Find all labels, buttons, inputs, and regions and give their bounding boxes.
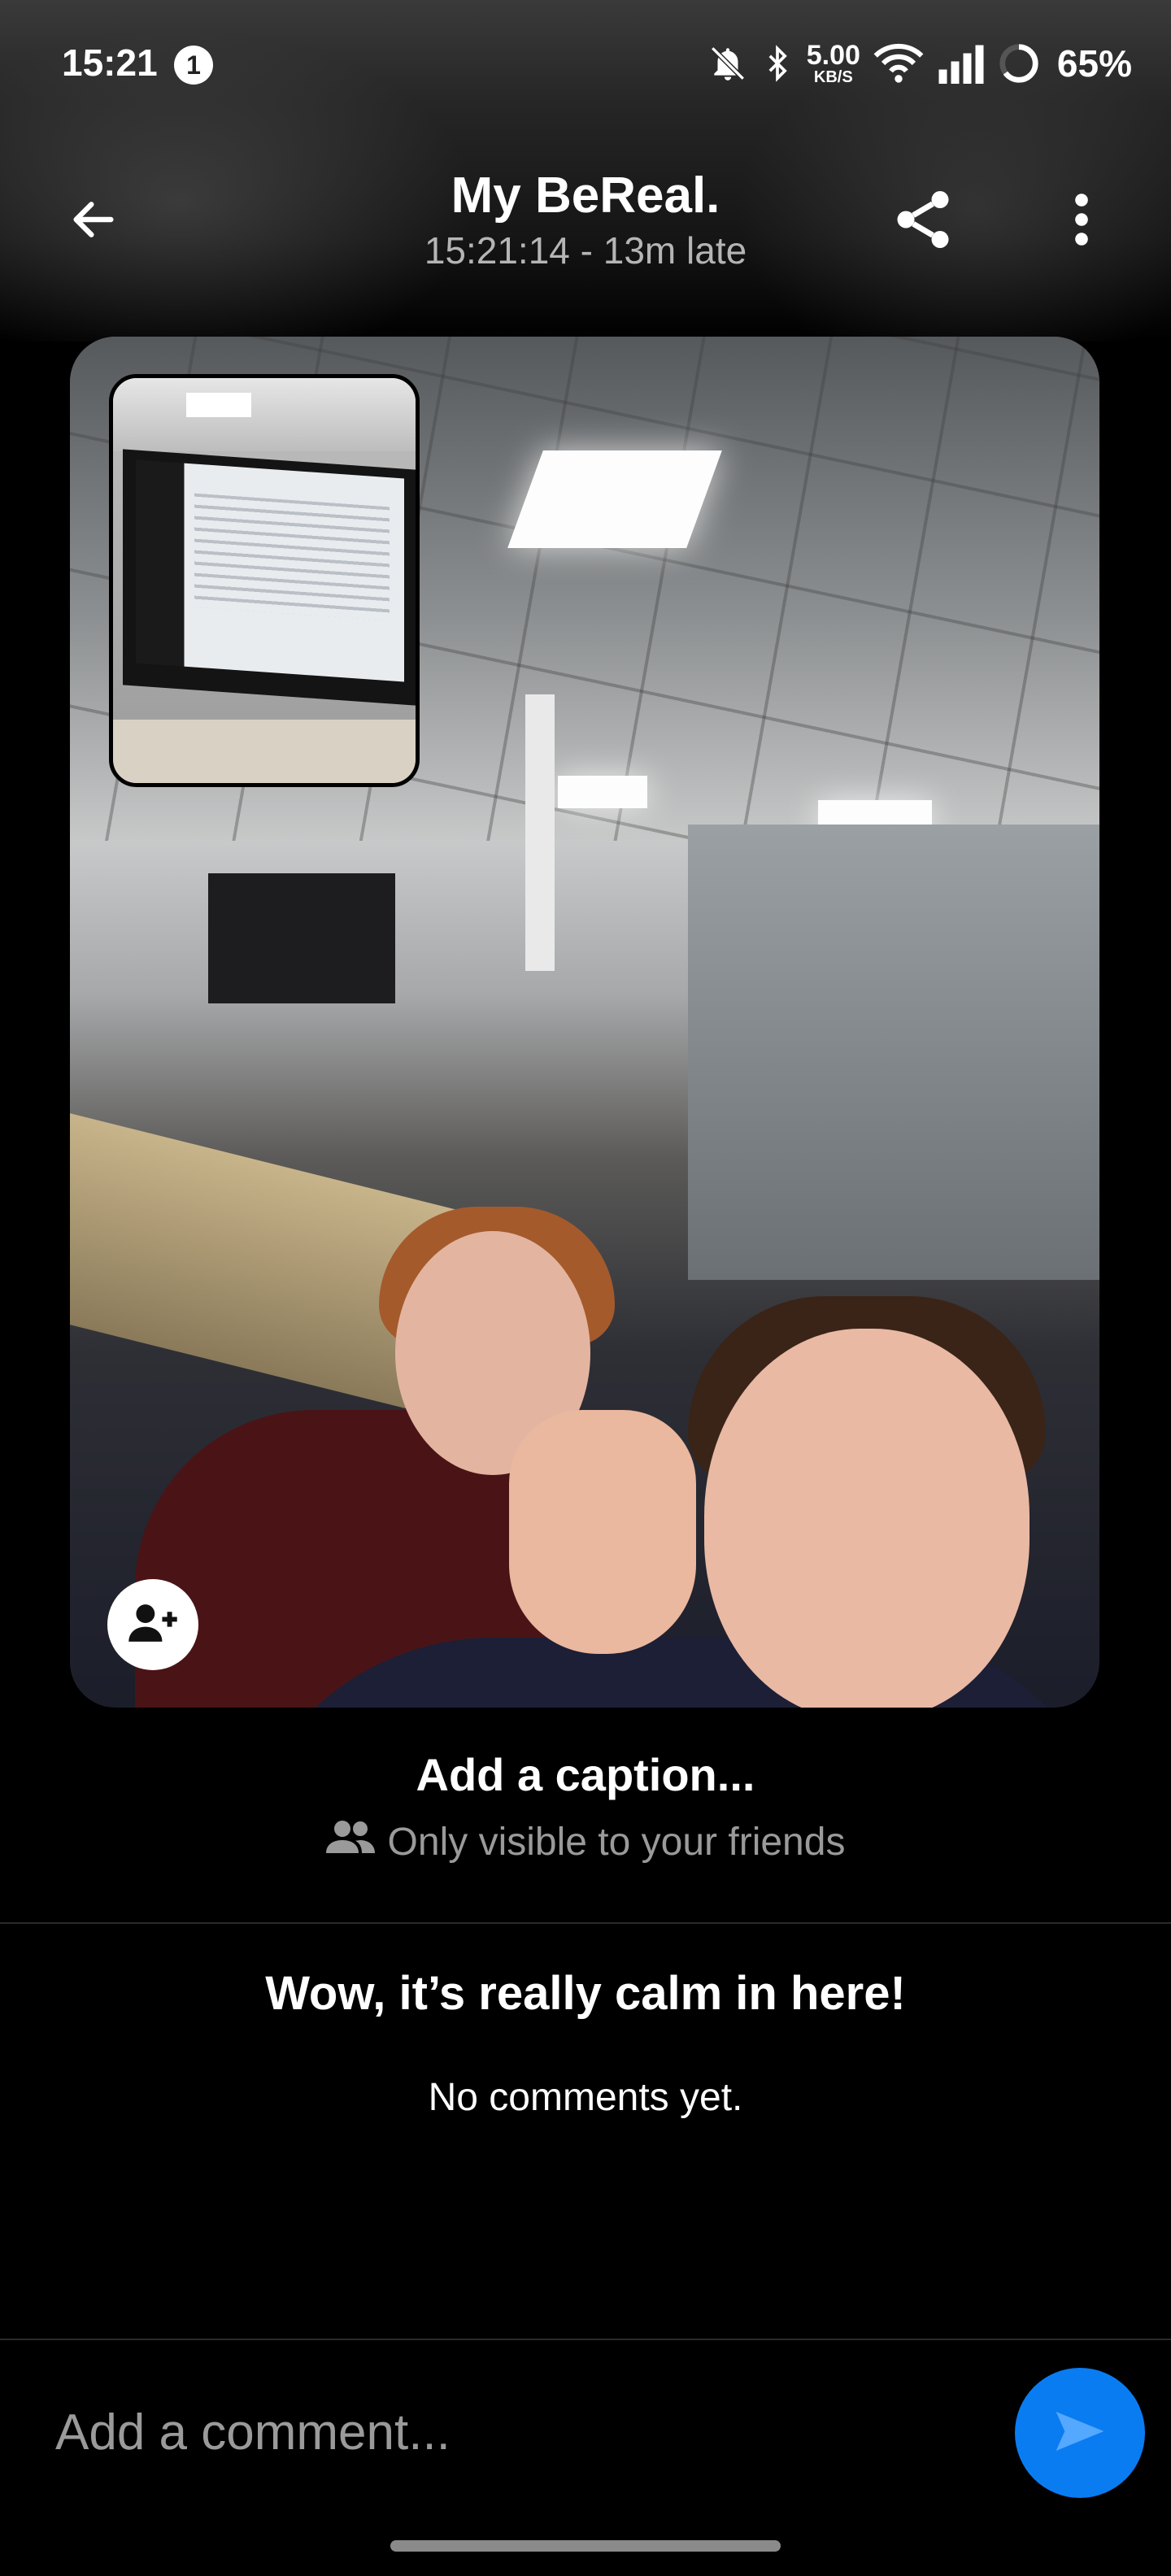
- net-speed-value: 5.00: [806, 40, 860, 71]
- share-button[interactable]: [886, 181, 960, 262]
- bell-off-icon: [707, 43, 748, 84]
- page-title: My BeReal.: [451, 168, 720, 224]
- pillar: [525, 694, 555, 971]
- notification-badge: 1: [174, 46, 213, 85]
- signal-icon: [937, 43, 986, 84]
- post-time-subtitle: 15:21:14 - 13m late: [424, 229, 747, 272]
- inset-photo[interactable]: [109, 374, 420, 787]
- inset-screen-text: [194, 493, 390, 621]
- tag-friend-button[interactable]: [107, 1579, 198, 1670]
- background-monitor: [208, 873, 395, 1003]
- battery-level: 65%: [1056, 42, 1132, 85]
- inset-light: [186, 393, 251, 417]
- back-button[interactable]: [57, 189, 130, 254]
- bluetooth-icon: [760, 43, 795, 84]
- share-icon: [889, 185, 957, 258]
- caption-placeholder[interactable]: Add a caption...: [0, 1748, 1171, 1801]
- net-speed-unit: KB/S: [813, 68, 853, 86]
- peace-sign-hand: [509, 1410, 696, 1654]
- divider: [0, 2339, 1171, 2340]
- visibility-text: Only visible to your friends: [387, 1820, 846, 1864]
- send-button[interactable]: [1015, 2368, 1145, 2498]
- ceiling-light: [507, 450, 722, 548]
- ceiling-light: [558, 776, 647, 808]
- person-right-face: [704, 1329, 1030, 1708]
- header-title-block: My BeReal. 15:21:14 - 13m late: [293, 164, 878, 273]
- glass-wall: [688, 825, 1099, 1280]
- wifi-icon: [872, 41, 925, 85]
- arrow-left-icon: [64, 194, 123, 250]
- net-speed: 5.00 KB/S: [807, 41, 860, 85]
- send-icon: [1054, 2408, 1106, 2458]
- home-indicator[interactable]: [390, 2540, 781, 2552]
- more-options-button[interactable]: [1049, 181, 1114, 262]
- empty-comments-title: Wow, it’s really calm in here!: [265, 1967, 906, 2020]
- comment-input[interactable]: [54, 2391, 968, 2474]
- inset-desk: [113, 720, 416, 783]
- divider: [0, 1922, 1171, 1924]
- status-icons: 5.00 KB/S 65%: [707, 37, 1132, 89]
- empty-comments-subtitle: No comments yet.: [428, 2076, 743, 2119]
- add-person-icon: [127, 1600, 179, 1650]
- status-time: 15:21: [62, 41, 158, 84]
- battery-ring-icon: [997, 41, 1041, 85]
- inset-ceiling: [113, 378, 416, 451]
- friends-icon: [325, 1818, 375, 1865]
- more-vertical-icon: [1072, 190, 1091, 253]
- visibility-note: Only visible to your friends: [0, 1818, 1171, 1865]
